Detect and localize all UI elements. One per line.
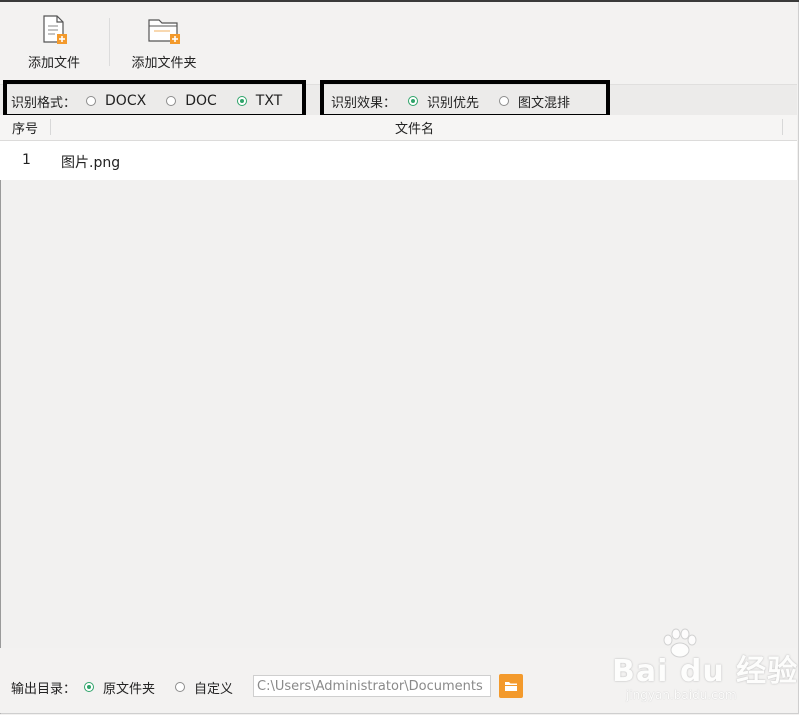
baidu-watermark: Bai du 经验 jingyan.baidu.com xyxy=(610,628,797,708)
format-option-doc[interactable]: DOC xyxy=(166,93,217,109)
effect-option-recognition-first[interactable]: 识别优先 xyxy=(408,92,479,111)
table-header: 序号 文件名 xyxy=(0,115,797,141)
radio-unchecked-icon xyxy=(175,682,186,692)
radio-checked-icon xyxy=(236,96,247,106)
browse-folder-button[interactable] xyxy=(499,674,523,698)
toolbar: 添加文件 添加文件夹 xyxy=(0,2,797,85)
output-path-input[interactable] xyxy=(253,675,491,697)
output-option-custom[interactable]: 自定义 xyxy=(175,678,233,697)
folder-icon xyxy=(505,682,517,691)
format-option-txt[interactable]: TXT xyxy=(236,93,282,109)
column-header-filename[interactable]: 文件名 xyxy=(395,118,434,137)
add-folder-button[interactable]: 添加文件夹 xyxy=(119,12,209,74)
column-divider[interactable] xyxy=(782,119,783,135)
add-file-label: 添加文件 xyxy=(27,56,80,71)
format-group: 识别格式： DOCX DOC TXT xyxy=(11,91,282,111)
radio-unchecked-icon xyxy=(86,96,97,106)
radio-unchecked-icon xyxy=(166,96,177,106)
radio-checked-icon xyxy=(84,682,95,692)
add-folder-icon xyxy=(146,14,182,50)
radio-unchecked-icon xyxy=(499,96,510,106)
add-folder-label: 添加文件夹 xyxy=(131,56,197,71)
table-row[interactable]: 1 图片.png xyxy=(0,141,797,180)
add-file-icon xyxy=(39,14,69,50)
row-index: 1 xyxy=(22,152,31,168)
output-label: 输出目录： xyxy=(11,681,77,697)
file-list: 1 图片.png xyxy=(0,141,797,646)
effect-option-mixed-layout[interactable]: 图文混排 xyxy=(499,92,570,111)
add-file-button[interactable]: 添加文件 xyxy=(9,12,99,74)
column-divider[interactable] xyxy=(50,119,51,135)
effect-group: 识别效果： 识别优先 图文混排 xyxy=(331,91,570,111)
effect-label: 识别效果： xyxy=(331,95,397,111)
format-option-docx[interactable]: DOCX xyxy=(86,93,146,109)
watermark-text: Bai du 经验 xyxy=(612,654,799,689)
output-option-source-folder[interactable]: 原文件夹 xyxy=(84,678,155,697)
column-header-index[interactable]: 序号 xyxy=(12,118,38,137)
format-label: 识别格式： xyxy=(11,95,77,111)
row-filename: 图片.png xyxy=(61,155,121,171)
radio-checked-icon xyxy=(408,96,419,106)
toolbar-separator xyxy=(109,18,110,66)
output-group: 输出目录： 原文件夹 自定义 xyxy=(11,677,233,697)
watermark-url: jingyan.baidu.com xyxy=(626,688,737,702)
